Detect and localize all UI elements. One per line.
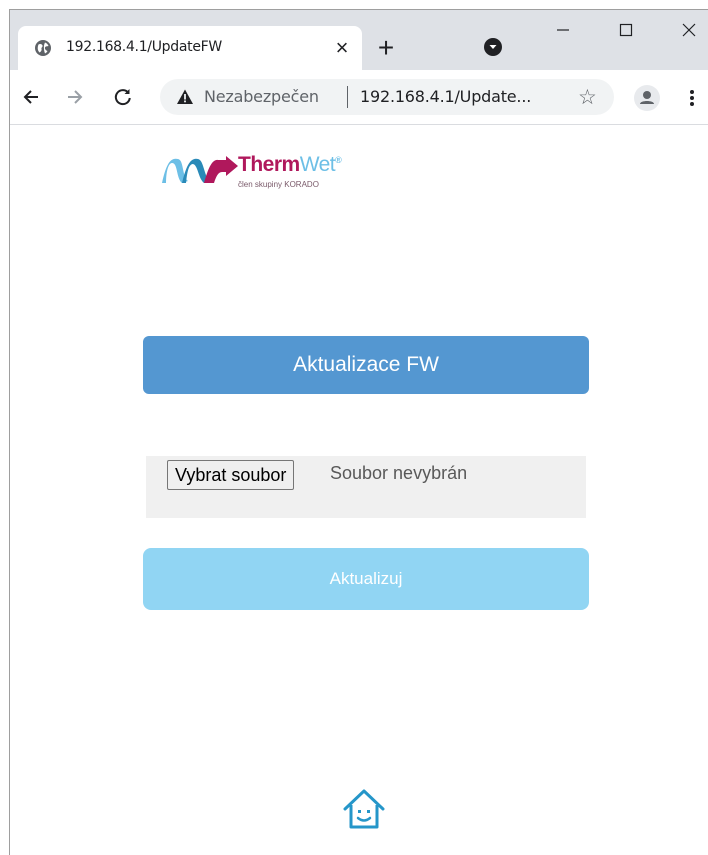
arrow-right-icon bbox=[68, 90, 83, 104]
arrow-left-icon bbox=[23, 90, 38, 104]
logo-wordmark-wet: Wet bbox=[299, 153, 336, 176]
tab-close-icon[interactable]: × bbox=[330, 35, 354, 60]
browser-menu-button[interactable] bbox=[682, 83, 702, 113]
reload-button[interactable] bbox=[108, 82, 138, 112]
bookmark-star-icon[interactable]: ☆ bbox=[578, 85, 597, 110]
page-heading: Aktualizace FW bbox=[143, 336, 589, 394]
new-tab-button[interactable]: + bbox=[372, 34, 400, 62]
minimize-button[interactable] bbox=[540, 10, 586, 50]
address-bar[interactable]: Nezabezpečen 192.168.4.1/Update... ☆ bbox=[160, 79, 614, 115]
file-input-area: Vybrat soubor Soubor nevybrán bbox=[146, 456, 586, 518]
reload-icon bbox=[114, 89, 131, 106]
maximize-button[interactable] bbox=[603, 10, 649, 50]
omnibox-divider bbox=[347, 86, 348, 108]
logo-tagline: člen skupiny KORADO bbox=[238, 180, 319, 189]
forward-button[interactable] bbox=[60, 82, 90, 112]
chevron-down-icon bbox=[489, 45, 497, 49]
browser-toolbar: Nezabezpečen 192.168.4.1/Update... ☆ bbox=[10, 70, 708, 125]
close-icon bbox=[682, 23, 696, 37]
active-tab[interactable]: 192.168.4.1/UpdateFW × bbox=[18, 26, 362, 70]
logo-mark-icon bbox=[162, 156, 238, 183]
security-label[interactable]: Nezabezpečen bbox=[204, 87, 319, 106]
close-window-button[interactable] bbox=[666, 10, 708, 50]
thermwet-logo: ThermWet® člen skupiny KORADO bbox=[160, 147, 390, 202]
url-text[interactable]: 192.168.4.1/Update... bbox=[360, 87, 531, 106]
warning-icon[interactable] bbox=[176, 88, 194, 106]
logo-wordmark-therm: Therm bbox=[238, 153, 300, 176]
tab-strip: 192.168.4.1/UpdateFW × + bbox=[10, 10, 708, 70]
browser-window: 192.168.4.1/UpdateFW × + Nezabezpečen 19… bbox=[9, 9, 708, 855]
choose-file-button[interactable]: Vybrat soubor bbox=[167, 460, 295, 490]
page-content: ThermWet® člen skupiny KORADO Aktualizac… bbox=[10, 125, 708, 855]
file-status-text: Soubor nevybrán bbox=[330, 463, 468, 483]
tab-title: 192.168.4.1/UpdateFW bbox=[66, 39, 222, 55]
logo-registered-mark: ® bbox=[335, 155, 342, 165]
back-button[interactable] bbox=[16, 82, 46, 112]
minimize-icon bbox=[557, 29, 569, 31]
person-icon bbox=[640, 91, 654, 104]
tab-search-icon[interactable] bbox=[484, 38, 502, 56]
home-icon[interactable] bbox=[340, 785, 388, 833]
update-button[interactable]: Aktualizuj bbox=[143, 548, 589, 610]
profile-avatar[interactable] bbox=[634, 85, 660, 111]
globe-icon bbox=[35, 40, 51, 56]
maximize-icon bbox=[619, 23, 633, 37]
more-vert-icon bbox=[690, 90, 694, 106]
logo-wordmark: ThermWet® bbox=[238, 153, 342, 177]
